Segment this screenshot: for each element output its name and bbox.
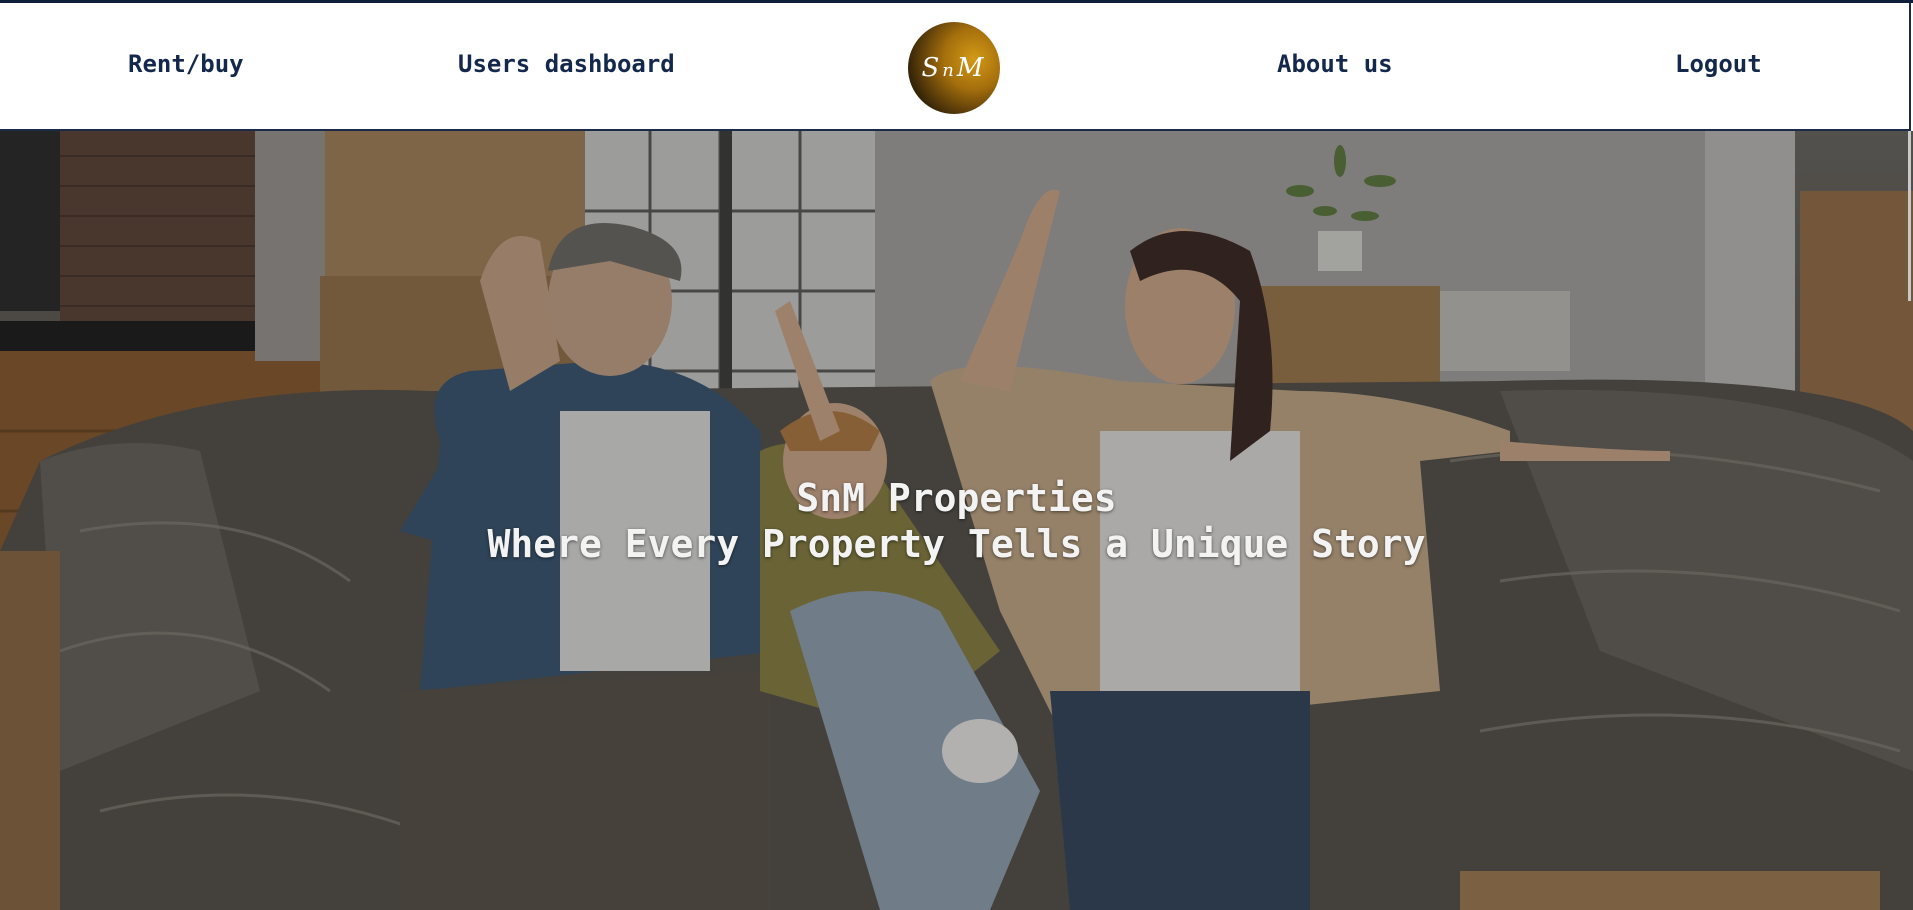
logo-letter-n: n (942, 60, 957, 81)
logo-monogram: SnM (921, 53, 986, 83)
nav-link-rent-buy[interactable]: Rent/buy (128, 50, 244, 78)
navbar: Rent/buy Users dashboard SnM About us Lo… (0, 3, 1911, 131)
nav-link-users-dashboard[interactable]: Users dashboard (458, 50, 675, 78)
logo-letter-s: S (921, 53, 943, 83)
hero-tagline: Where Every Property Tells a Unique Stor… (487, 522, 1426, 566)
nav-link-logout[interactable]: Logout (1675, 50, 1762, 78)
hero-heading: SnM Properties Where Every Property Tell… (0, 475, 1913, 567)
hero-title: SnM Properties (796, 476, 1117, 520)
brand-logo-icon[interactable]: SnM (908, 22, 1000, 114)
logo-letter-m: M (956, 53, 987, 83)
hero-section: SnM Properties Where Every Property Tell… (0, 131, 1913, 910)
scrollbar-thumb[interactable] (1908, 131, 1911, 301)
nav-link-about-us[interactable]: About us (1277, 50, 1393, 78)
